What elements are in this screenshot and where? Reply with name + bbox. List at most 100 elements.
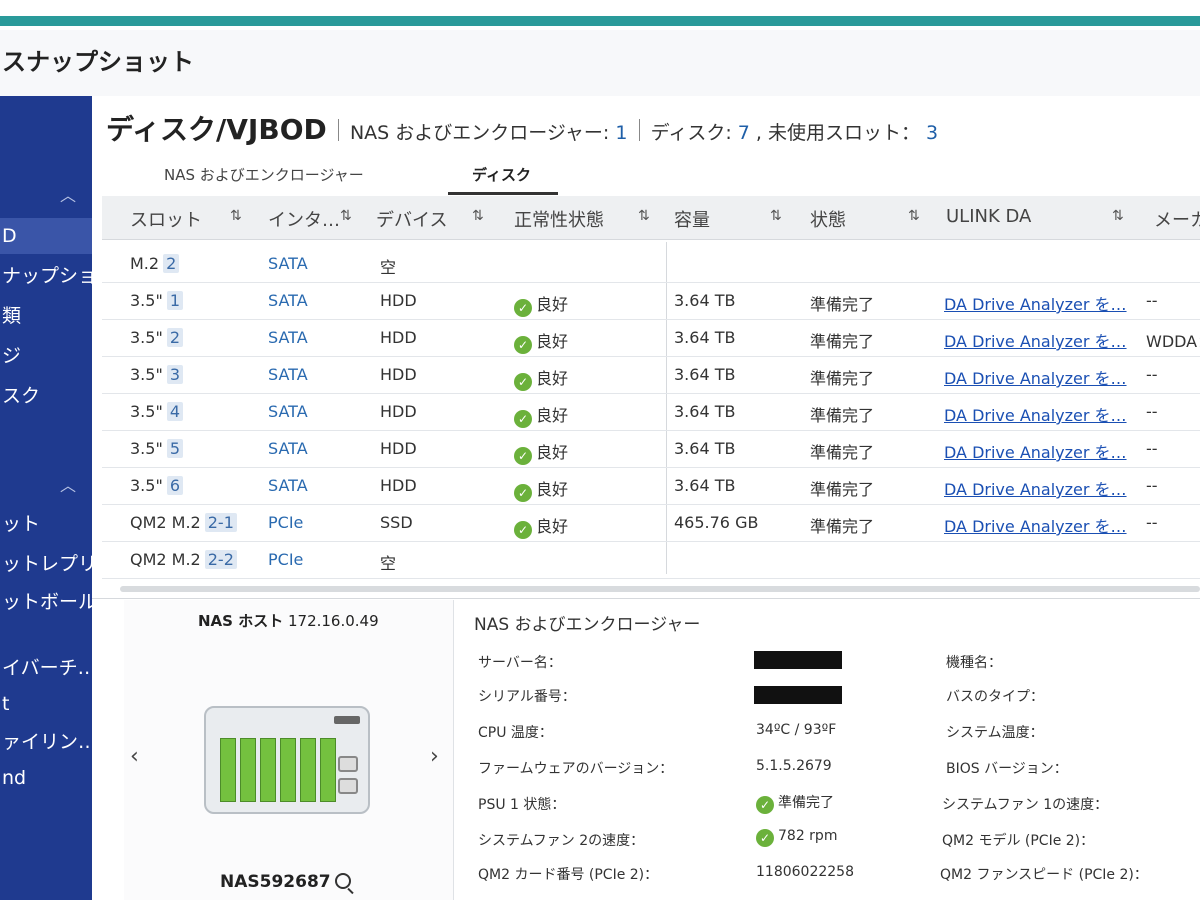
interface-cell: SATA <box>268 365 308 384</box>
sort-arrows-icon[interactable]: ⇅ <box>908 208 920 224</box>
table-row[interactable]: 3.5" 5 SATA HDD ✓ 良好 3.64 TB 準備完了 DA Drive Analy… <box>102 431 1200 468</box>
capacity-cell: 3.64 TB <box>674 476 736 495</box>
ulink-link[interactable]: DA Drive Analyzer を… <box>944 476 1127 500</box>
table-row[interactable]: 3.5" 4 SATA HDD ✓ 良好 3.64 TB 準備完了 DA Drive Analy… <box>102 394 1200 431</box>
table-row[interactable]: M.2 2 SATA 空 <box>102 246 1200 283</box>
column-header-slot[interactable]: スロット <box>130 206 202 232</box>
port <box>338 756 358 772</box>
table-row[interactable]: QM2 M.2 2-1 PCIe SSD ✓ 良好 465.76 GB 準備完了 DA Driv… <box>102 505 1200 542</box>
port <box>338 778 358 794</box>
column-header-health[interactable]: 正常性状態 <box>514 206 604 232</box>
capacity-cell: 3.64 TB <box>674 291 736 310</box>
slot-cell: 3.5" 6 <box>130 476 183 495</box>
maker-cell: -- <box>1146 513 1158 532</box>
health-cell: ✓ 良好 <box>514 402 568 428</box>
table-row[interactable]: 3.5" 3 SATA HDD ✓ 良好 3.64 TB 準備完了 DA Drive Analy… <box>102 357 1200 394</box>
nas-host-header: NAS ホスト 172.16.0.49 <box>198 610 379 631</box>
slot-number-badge: 1 <box>166 291 183 310</box>
sort-arrows-icon[interactable]: ⇅ <box>638 208 650 224</box>
fan2-value: 782 rpm <box>778 828 838 844</box>
table-row[interactable]: QM2 M.2 2-2 PCIe 空 <box>102 542 1200 579</box>
nas-name-row: NAS592687 <box>220 872 351 892</box>
slot-cell: 3.5" 5 <box>130 439 183 458</box>
slot-label: 3.5" <box>130 476 163 495</box>
sort-arrows-icon[interactable]: ⇅ <box>340 208 352 224</box>
maker-cell: -- <box>1146 402 1158 421</box>
capacity-cell: 3.64 TB <box>674 439 736 458</box>
ulink-link[interactable]: DA Drive Analyzer を… <box>944 291 1127 315</box>
disk-count: 7 <box>737 122 750 144</box>
slot-count-label: , 未使用スロット： <box>749 122 927 144</box>
health-label: 良好 <box>536 295 569 314</box>
capacity-cell: 3.64 TB <box>674 365 736 384</box>
disk-count-label: ディスク: <box>650 122 738 144</box>
zoom-in-icon[interactable] <box>334 873 351 889</box>
sort-arrows-icon[interactable]: ⇅ <box>770 208 782 224</box>
column-header-maker[interactable]: メーカ <box>1154 206 1200 232</box>
slot-label: 3.5" <box>130 328 163 347</box>
maker-cell: -- <box>1146 365 1158 384</box>
ulink-link[interactable]: DA Drive Analyzer を… <box>944 328 1127 352</box>
qm2-fan-label: QM2 ファンスピード (PCIe 2)： <box>940 867 1148 883</box>
status-cell: 準備完了 <box>810 295 875 314</box>
slot-cell: QM2 M.2 2-2 <box>130 550 237 569</box>
sort-arrows-icon[interactable]: ⇅ <box>1112 208 1124 224</box>
drive-bay <box>240 738 256 802</box>
slot-cell: QM2 M.2 2-1 <box>130 513 237 532</box>
server-name-label: サーバー名： <box>478 655 562 671</box>
horizontal-scrollbar[interactable] <box>120 586 1200 592</box>
column-header-interface[interactable]: インタ… <box>268 206 340 232</box>
psu-value: 準備完了 <box>778 795 834 811</box>
table-row[interactable]: 3.5" 2 SATA HDD ✓ 良好 3.64 TB 準備完了 DA Drive Analy… <box>102 320 1200 357</box>
nas-host-panel: NAS ホスト 172.16.0.49 ‹ › NAS592687 <box>124 600 454 900</box>
health-cell: ✓ 良好 <box>514 439 568 465</box>
slot-number-badge: 6 <box>166 476 183 495</box>
interface-cell: SATA <box>268 439 308 458</box>
sort-arrows-icon[interactable]: ⇅ <box>472 208 484 224</box>
chevron-up-icon[interactable]: ︿ <box>60 472 76 496</box>
column-header-status[interactable]: 状態 <box>810 206 846 232</box>
ulink-link[interactable]: DA Drive Analyzer を… <box>944 439 1127 463</box>
column-header-device[interactable]: デバイス <box>376 206 447 232</box>
cpu-temp-value: 34ºC / 93ºF <box>756 722 837 738</box>
disk-table: M.2 2 SATA 空 3.5" 1 SATA HDD ✓ 良好 3.64 TB 準備完了 DA Dr… <box>102 246 1200 579</box>
chevron-right-icon[interactable]: › <box>430 744 439 769</box>
slot-number-badge: 3 <box>166 365 183 384</box>
chevron-left-icon[interactable]: ‹ <box>130 744 139 769</box>
active-tab-indicator <box>448 192 558 195</box>
table-row[interactable]: 3.5" 6 SATA HDD ✓ 良好 3.64 TB 準備完了 DA Drive Analy… <box>102 468 1200 505</box>
device-cell: SSD <box>380 513 413 532</box>
drive-bay <box>320 738 336 802</box>
tab-disk[interactable]: ディスク <box>472 164 531 185</box>
ulink-link[interactable]: DA Drive Analyzer を… <box>944 513 1127 537</box>
bios-label: BIOS バージョン： <box>946 761 1068 777</box>
interface-cell: SATA <box>268 476 308 495</box>
status-cell: 準備完了 <box>810 369 875 388</box>
slot-cell: 3.5" 3 <box>130 365 183 384</box>
sort-arrows-icon[interactable]: ⇅ <box>230 208 242 224</box>
check-circle-icon: ✓ <box>514 373 532 391</box>
tab-bar: NAS およびエンクロージャー ディスク <box>152 158 1200 195</box>
ulink-link[interactable]: DA Drive Analyzer を… <box>944 365 1127 389</box>
nas-device-image[interactable] <box>204 706 370 814</box>
check-circle-icon: ✓ <box>756 829 774 847</box>
section-divider <box>92 598 1200 599</box>
chevron-up-icon[interactable]: ︿ <box>60 182 76 206</box>
slot-number-badge: 2 <box>163 254 180 273</box>
health-cell: ✓ 良好 <box>514 328 568 354</box>
fan1-label: システムファン 1の速度： <box>942 797 1109 813</box>
device-cell: HDD <box>380 439 417 458</box>
check-circle-icon: ✓ <box>514 410 532 428</box>
capacity-cell: 465.76 GB <box>674 513 759 532</box>
slot-label: 3.5" <box>130 365 163 384</box>
sidebar-item-label: ァイリン… <box>2 731 98 753</box>
tab-nas-enclosure[interactable]: NAS およびエンクロージャー <box>164 164 364 185</box>
column-header-ulink[interactable]: ULINK DA <box>946 206 1031 227</box>
table-row[interactable]: 3.5" 1 SATA HDD ✓ 良好 3.64 TB 準備完了 DA Drive Analy… <box>102 283 1200 320</box>
redacted-value <box>754 686 842 704</box>
interface-cell: SATA <box>268 254 308 273</box>
ulink-link[interactable]: DA Drive Analyzer を… <box>944 402 1127 426</box>
firmware-label: ファームウェアのバージョン： <box>478 761 674 777</box>
column-header-capacity[interactable]: 容量 <box>674 206 710 232</box>
drive-bay <box>280 738 296 802</box>
